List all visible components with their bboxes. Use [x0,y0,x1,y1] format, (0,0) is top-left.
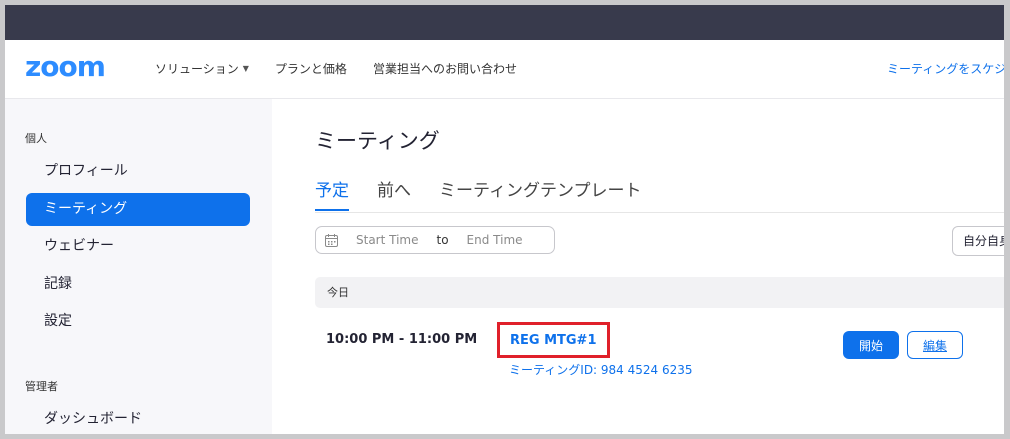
start-time-input[interactable]: Start Time [356,233,419,247]
sidebar-item-meetings[interactable]: ミーティング [26,193,250,226]
nav-plans-pricing[interactable]: プランと価格 [275,60,347,77]
nav-solutions[interactable]: ソリューション ▼ [155,60,249,77]
start-meeting-button[interactable]: 開始 [843,331,899,359]
page-title: ミーティング [315,129,440,153]
calendar-icon [325,233,338,247]
tab-divider [315,212,1004,213]
main-content: ミーティング 予定 前へ ミーティングテンプレート Start Time to … [273,99,1004,434]
top-nav: ソリューション ▼ プランと価格 営業担当へのお問い合わせ [155,60,517,77]
sidebar-section-admin: 管理者 [25,380,58,393]
nav-solutions-label: ソリューション [155,62,239,76]
date-group-label: 今日 [327,286,349,299]
meeting-time: 10:00 PM - 11:00 PM [326,332,478,347]
sidebar-item-webinars[interactable]: ウェビナー [26,230,250,263]
sidebar-section-personal: 個人 [25,132,47,145]
date-group-header: 今日 [315,277,1004,308]
schedule-meeting-link[interactable]: ミーティングをスケジュ [887,60,1004,77]
tab-upcoming[interactable]: 予定 [315,176,349,211]
meeting-topic-link[interactable]: REG MTG#1 [510,333,597,348]
sidebar-item-dashboard[interactable]: ダッシュボード [26,403,250,434]
meeting-tabs: 予定 前へ ミーティングテンプレート [315,176,641,211]
timezone-button[interactable]: 自分自身 [952,226,1004,256]
browser-top-bar [5,5,1004,40]
zoom-logo[interactable]: zoom [25,50,106,83]
topic-highlight-box: REG MTG#1 [497,322,610,358]
app-window: zoom ソリューション ▼ プランと価格 営業担当へのお問い合わせ ミーティン… [5,5,1004,434]
sidebar-item-settings[interactable]: 設定 [26,305,250,338]
meeting-id: ミーティングID: 984 4524 6235 [509,363,693,377]
tab-meeting-templates[interactable]: ミーティングテンプレート [439,176,641,211]
nav-contact-sales[interactable]: 営業担当へのお問い合わせ [373,60,517,77]
date-range-to-label: to [436,233,449,247]
sidebar-item-recordings[interactable]: 記録 [26,268,250,301]
edit-meeting-button[interactable]: 編集 [907,331,963,359]
chevron-down-icon: ▼ [242,64,249,73]
sidebar: 個人 プロフィール ミーティング ウェビナー 記録 設定 管理者 ダッシュボード [5,99,272,434]
sidebar-item-profile[interactable]: プロフィール [26,155,250,188]
site-header: zoom ソリューション ▼ プランと価格 営業担当へのお問い合わせ ミーティン… [5,40,1004,99]
date-range-picker[interactable]: Start Time to End Time [315,226,555,254]
tab-previous[interactable]: 前へ [377,176,411,211]
end-time-input[interactable]: End Time [467,233,523,247]
nav-contact-sales-label: 営業担当へのお問い合わせ [372,62,517,76]
nav-plans-pricing-label: プランと価格 [274,62,347,76]
